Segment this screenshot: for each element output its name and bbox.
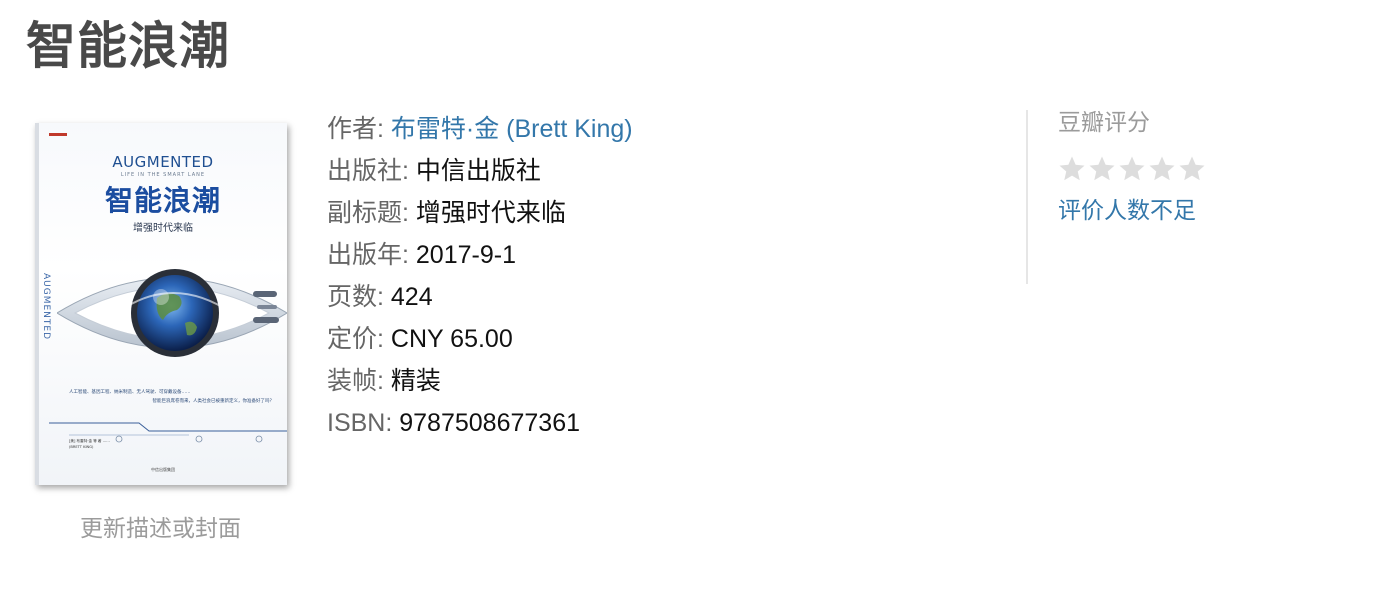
star-icon <box>1089 156 1115 181</box>
info-row-pages: 页数: 424 <box>327 276 633 318</box>
cover-blurb-line-1: 人工智能、基因工程、纳米制造、无人驾驶、可穿戴设备…… <box>69 390 191 395</box>
info-label-binding: 装帧: <box>327 367 391 395</box>
info-value-price: CNY 65.00 <box>390 325 513 353</box>
info-row-binding: 装帧: 精装 <box>327 360 633 402</box>
cover-chinese-subtitle: 增强时代来临 <box>133 223 193 234</box>
rating-divider <box>1026 110 1028 284</box>
star-icon <box>1119 156 1145 181</box>
info-label-subtitle: 副标题: <box>327 199 416 227</box>
cover-credits: [美] 布雷特·金 等 著 …… (BRETT KING) <box>69 438 284 450</box>
rating-insufficient-link[interactable]: 评价人数不足 <box>1058 194 1196 226</box>
cover-robot-eye-illustration <box>57 269 287 357</box>
star-icon <box>1149 156 1175 181</box>
info-value-publisher: 中信出版社 <box>415 157 541 185</box>
cover-chinese-title: 智能浪潮 <box>104 184 221 217</box>
info-label-author: 作者: <box>327 115 391 143</box>
info-label-publish-year: 出版年: <box>327 241 416 269</box>
page-title: 智能浪潮 <box>26 18 230 74</box>
publisher-logo-mark <box>49 133 67 136</box>
star-icon <box>1059 156 1085 181</box>
rating-title: 豆瓣评分 <box>1058 109 1150 135</box>
cover-english-title: AUGMENTED <box>112 153 214 171</box>
update-description-or-cover-link[interactable]: 更新描述或封面 <box>80 513 241 543</box>
cover-blurb-line-2: 智能巨浪席卷而来，人类社会已被重新定义，你准备好了吗？ <box>152 399 275 404</box>
info-value-subtitle: 增强时代来临 <box>415 199 566 227</box>
info-value-isbn: 9787508677361 <box>399 409 580 437</box>
info-row-publish-year: 出版年: 2017-9-1 <box>327 234 633 276</box>
info-label-pages: 页数: <box>327 283 391 311</box>
info-row-isbn: ISBN: 9787508677361 <box>327 402 633 444</box>
cover-spine-text: AUGMENTED <box>41 273 51 341</box>
cover-tagline: LIFE IN THE SMART LANE <box>120 172 206 178</box>
cover-publisher: 中信出版集团 <box>151 467 175 472</box>
info-row-publisher: 出版社: 中信出版社 <box>327 150 633 192</box>
author-link[interactable]: 布雷特·金 (Brett King) <box>391 115 633 143</box>
info-label-isbn: ISBN: <box>327 409 400 437</box>
cover-credits-english: (BRETT KING) <box>69 445 94 449</box>
info-value-publish-year: 2017-9-1 <box>415 241 516 269</box>
rating-stars <box>1057 154 1207 184</box>
info-value-pages: 424 <box>390 283 433 311</box>
info-label-price: 定价: <box>327 325 391 353</box>
cover-blurb: 人工智能、基因工程、纳米制造、无人驾驶、可穿戴设备…… 智能巨浪席卷而来，人类社… <box>69 388 274 406</box>
info-row-author: 作者: 布雷特·金 (Brett King) <box>327 108 633 150</box>
info-row-subtitle: 副标题: 增强时代来临 <box>327 192 633 234</box>
book-cover[interactable]: AUGMENTED LIFE IN THE SMART LANE 智能浪潮 增强… <box>35 123 287 485</box>
info-label-publisher: 出版社: <box>327 157 416 185</box>
info-row-price: 定价: CNY 65.00 <box>327 318 633 360</box>
info-value-binding: 精装 <box>390 367 441 395</box>
book-info-list: 作者: 布雷特·金 (Brett King) 出版社: 中信出版社 副标题: 增… <box>327 108 633 444</box>
star-icon <box>1179 156 1205 181</box>
